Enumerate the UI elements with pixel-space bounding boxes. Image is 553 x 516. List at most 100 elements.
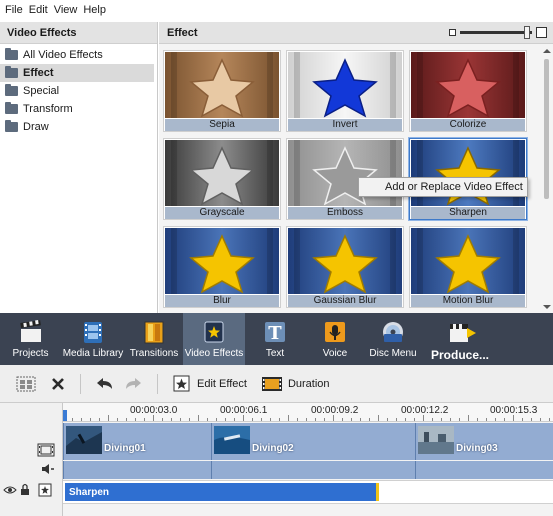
lock-icon[interactable]: [20, 483, 30, 496]
timeline-edit-toolbar: Edit Effect Duration: [0, 365, 553, 403]
effect-tile-blur[interactable]: Blur: [163, 226, 281, 308]
edit-effect-button[interactable]: Edit Effect: [172, 375, 247, 393]
ruler-tick: [144, 418, 145, 421]
undo-icon: [97, 377, 112, 389]
ruler-tick: [306, 418, 307, 421]
effect-tile-motion-blur[interactable]: Motion Blur: [409, 226, 527, 308]
visibility-eye-icon[interactable]: [3, 485, 17, 495]
effect-preview-thumbnail: [165, 52, 279, 118]
main-toolbar: Projects Media Library Transitions Video…: [0, 313, 553, 365]
ruler-tick: [459, 418, 460, 421]
ruler-tick: [387, 418, 388, 421]
category-label: All Video Effects: [23, 49, 103, 61]
ruler-tick: [108, 415, 109, 421]
ruler-tick: [162, 418, 163, 421]
scroll-down-icon[interactable]: [543, 305, 551, 309]
ruler-tick: [270, 418, 271, 421]
ruler-tick: [450, 418, 451, 421]
effect-tile-invert[interactable]: Invert: [286, 50, 404, 132]
video-track: Diving01 Diving02 Diving03: [63, 423, 553, 460]
voice-button[interactable]: Voice: [305, 313, 365, 365]
small-thumbnail-icon[interactable]: [449, 29, 456, 36]
slider-handle[interactable]: [524, 26, 530, 39]
produce-button[interactable]: Produce...: [421, 313, 499, 365]
media-library-button[interactable]: Media Library: [61, 313, 125, 365]
folder-icon: [5, 102, 18, 114]
duration-button[interactable]: Duration: [261, 376, 330, 392]
effect-gallery-header: Effect: [159, 22, 553, 44]
ruler-tick: [72, 418, 73, 421]
menu-edit[interactable]: Edit: [26, 4, 51, 16]
scroll-thumb[interactable]: [544, 59, 549, 199]
video-effects-label: Video Effects: [184, 348, 244, 359]
large-thumbnail-icon[interactable]: [536, 27, 547, 38]
category-effect[interactable]: Effect: [0, 64, 154, 82]
video-effects-button[interactable]: Video Effects: [183, 313, 245, 365]
menu-bar: File Edit View Help: [0, 0, 553, 20]
ruler-tick: [549, 418, 550, 421]
context-menu-add-replace-effect[interactable]: Add or Replace Video Effect: [358, 177, 528, 197]
thumbnail-size-slider[interactable]: [460, 26, 532, 39]
redo-button[interactable]: [123, 376, 143, 392]
time-ruler[interactable]: 00:00:03.0 00:00:06.1 00:00:09.2 00:00:12.2…: [63, 403, 553, 422]
effect-tile-gaussian-blur[interactable]: Gaussian Blur: [286, 226, 404, 308]
ruler-tick: [369, 418, 370, 421]
delete-x-icon: [52, 377, 64, 390]
produce-icon: [447, 320, 476, 344]
effect-gallery-title: Effect: [167, 26, 198, 39]
effect-tile-colorize[interactable]: Colorize: [409, 50, 527, 132]
menu-file[interactable]: File: [2, 4, 26, 16]
category-draw[interactable]: Draw: [0, 118, 154, 136]
transitions-button[interactable]: Transitions: [125, 313, 183, 365]
category-all-video-effects[interactable]: All Video Effects: [0, 46, 154, 64]
edit-effect-label: Edit Effect: [197, 377, 247, 390]
effect-tile-label: Colorize: [411, 119, 525, 131]
effect-preview-thumbnail: [165, 140, 279, 206]
ruler-tick: [279, 418, 280, 421]
effect-tile-label: Sharpen: [411, 207, 525, 219]
svg-text:T: T: [268, 323, 282, 344]
effect-preview-thumbnail: [288, 52, 402, 118]
category-transform[interactable]: Transform: [0, 100, 154, 118]
ruler-tick: [342, 418, 343, 421]
menu-help[interactable]: Help: [80, 4, 109, 16]
scroll-up-icon[interactable]: [543, 49, 551, 53]
effect-preview-thumbnail: [411, 52, 525, 118]
playhead-marker[interactable]: [63, 410, 67, 421]
sharpen-effect-clip[interactable]: Sharpen: [65, 483, 379, 501]
clip-diving03[interactable]: Diving03: [415, 423, 553, 460]
clip-diving01[interactable]: Diving01: [63, 423, 211, 460]
gallery-scrollbar[interactable]: [540, 45, 553, 313]
effect-preview-thumbnail: [165, 228, 279, 294]
undo-button[interactable]: [95, 376, 115, 392]
projects-button[interactable]: Projects: [0, 313, 61, 365]
delete-button[interactable]: [50, 376, 66, 392]
text-button[interactable]: T Text: [245, 313, 305, 365]
ruler-tick: [252, 418, 253, 421]
video-effects-panel: Video Effects All Video Effects Effect S…: [0, 22, 158, 313]
ruler-tick: [171, 418, 172, 421]
category-special[interactable]: Special: [0, 82, 154, 100]
effect-tile-grayscale[interactable]: Grayscale: [163, 138, 281, 220]
audio-segment[interactable]: [211, 461, 415, 479]
ruler-tick: [378, 415, 379, 421]
thumbnail-size-control: [449, 26, 547, 39]
audio-segment[interactable]: [415, 461, 553, 479]
ruler-tick: [315, 418, 316, 421]
timeline: 00:00:03.0 00:00:06.1 00:00:09.2 00:00:12.2…: [0, 403, 553, 516]
menu-view[interactable]: View: [51, 4, 81, 16]
ruler-tick: [423, 415, 424, 421]
effect-tile-label: Grayscale: [165, 207, 279, 219]
ruler-tick: [441, 418, 442, 421]
audio-mute-speaker-icon[interactable]: [41, 463, 55, 475]
category-label: Draw: [23, 121, 49, 133]
clip-label: Diving03: [456, 443, 498, 454]
storyboard-toggle-button[interactable]: [16, 375, 36, 393]
disc-menu-button[interactable]: Disc Menu: [365, 313, 421, 365]
category-label: Special: [23, 85, 60, 97]
ruler-tick: [189, 418, 190, 421]
effect-tile-sepia[interactable]: Sepia: [163, 50, 281, 132]
clip-diving02[interactable]: Diving02: [211, 423, 415, 460]
audio-segment[interactable]: [63, 461, 211, 479]
ruler-tick: [360, 418, 361, 421]
